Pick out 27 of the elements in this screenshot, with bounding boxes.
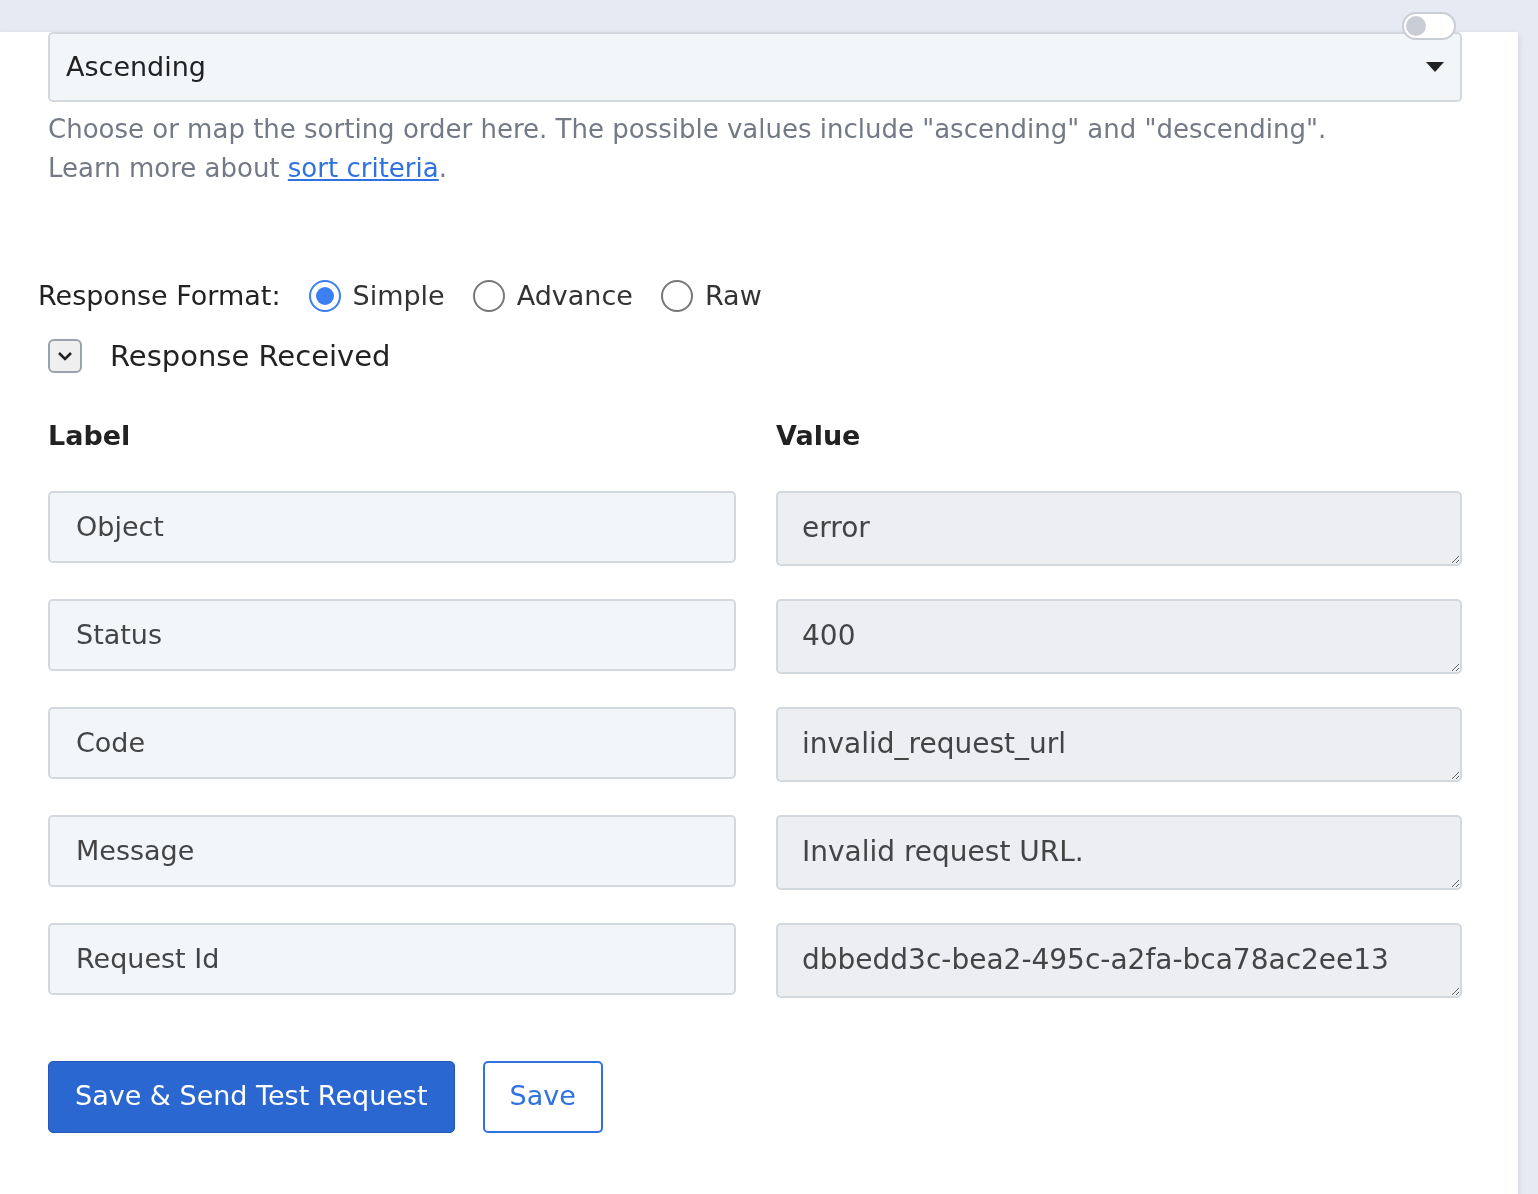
- label-field[interactable]: Status: [48, 598, 736, 671]
- value-field[interactable]: error: [776, 490, 1462, 566]
- radio-option[interactable]: Simple: [308, 276, 445, 317]
- response-format-label: Response Format:: [38, 279, 281, 313]
- send-test-request-button[interactable]: Save & Send Test Request: [48, 1060, 455, 1133]
- sorting-order-dropdown[interactable]: Ascending: [48, 32, 1462, 102]
- value-field[interactable]: dbbedd3c-bea2-495c-a2fa-bca78ac2ee13: [776, 922, 1462, 998]
- map-toggle[interactable]: [1402, 12, 1456, 40]
- label-field[interactable]: Code: [48, 706, 736, 779]
- column-header: Value: [776, 419, 862, 453]
- value-field[interactable]: Invalid request URL.: [776, 814, 1462, 890]
- column-header: Label: [48, 419, 132, 453]
- value-field[interactable]: 400: [776, 598, 1462, 674]
- collapse-toggle[interactable]: [48, 339, 82, 374]
- section-title: Response Received: [110, 337, 391, 375]
- value-field[interactable]: invalid_request_url: [776, 706, 1462, 782]
- radio-option[interactable]: Raw: [660, 276, 762, 317]
- save-button[interactable]: Save: [482, 1060, 603, 1133]
- caret-icon: [1426, 62, 1444, 72]
- label-field[interactable]: Object: [48, 490, 736, 563]
- sort-criteria-link[interactable]: sort criteria: [287, 153, 439, 183]
- radio-option[interactable]: Advance: [472, 276, 633, 317]
- chevron-icon: [57, 351, 73, 362]
- label-field[interactable]: Request Id: [48, 922, 736, 995]
- help-text: Choose or map the sorting order here. The possible values include "ascending" and "descending".: [48, 113, 1328, 146]
- learn-more-text: Learn more about sort criteria.: [48, 152, 448, 185]
- label-field[interactable]: Message: [48, 814, 736, 887]
